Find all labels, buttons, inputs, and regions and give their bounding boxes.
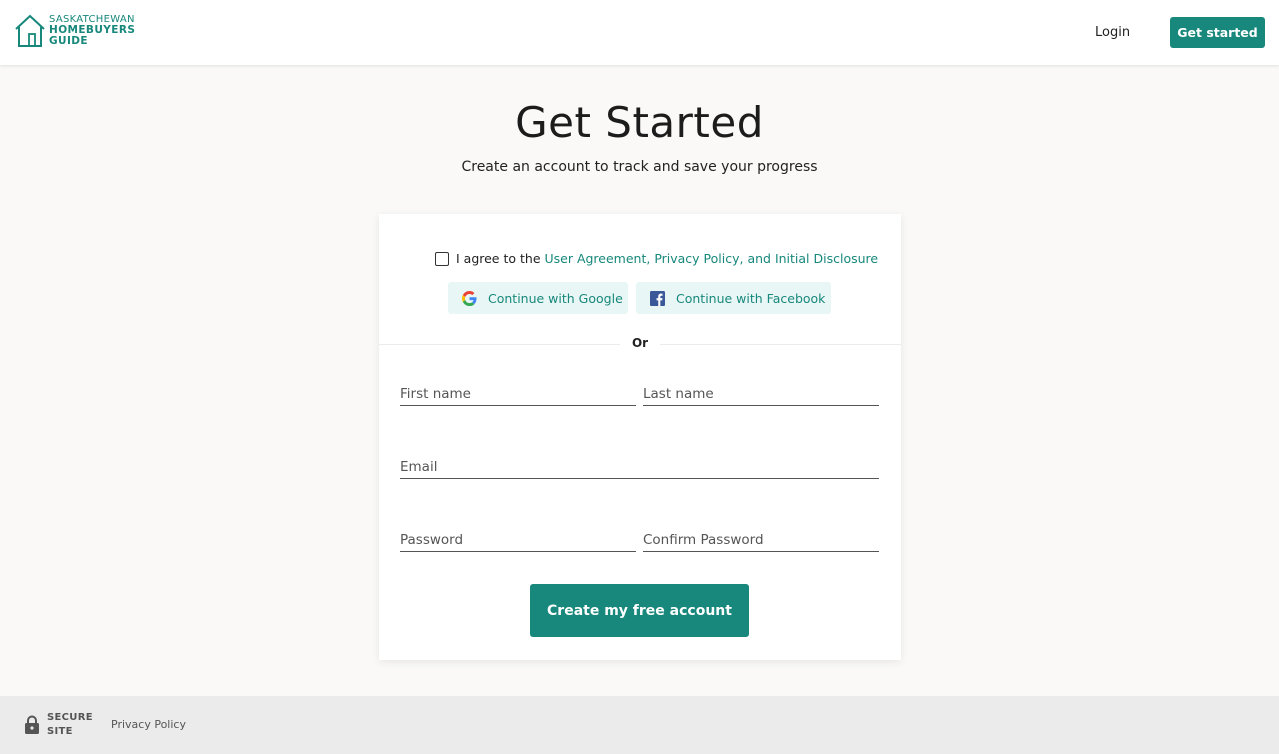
privacy-policy-link[interactable]: Privacy Policy [111, 718, 186, 731]
logo-line-3: GUIDE [49, 35, 88, 47]
login-link[interactable]: Login [1095, 25, 1130, 40]
first-name-input[interactable] [400, 382, 636, 405]
google-icon [462, 290, 477, 306]
secure-site-text: SECURE SITE [47, 711, 93, 739]
lock-icon [25, 715, 39, 734]
continue-with-facebook-button[interactable]: Continue with Facebook [636, 282, 831, 314]
secure-line-2: SITE [47, 726, 73, 737]
email-input[interactable] [400, 455, 879, 478]
first-name-field [400, 382, 636, 406]
agree-checkbox[interactable] [435, 251, 449, 266]
agree-text: I agree to the [456, 251, 545, 266]
email-field [400, 455, 879, 479]
site-header: SASKATCHEWAN HOMEBUYERS GUIDE Login Get … [0, 0, 1279, 65]
secure-line-1: SECURE [47, 712, 93, 723]
continue-with-google-button[interactable]: Continue with Google [448, 282, 628, 314]
confirm-password-input[interactable] [643, 528, 879, 551]
page-title: Get Started [515, 98, 764, 147]
house-icon [15, 14, 45, 47]
site-logo[interactable]: SASKATCHEWAN HOMEBUYERS GUIDE [14, 14, 135, 48]
confirm-password-field [643, 528, 879, 552]
create-account-button[interactable]: Create my free account [530, 584, 749, 637]
last-name-field [643, 382, 879, 406]
agreement-link[interactable]: User Agreement, Privacy Policy, and Init… [544, 251, 878, 266]
signup-card: I agree to the User Agreement, Privacy P… [379, 214, 901, 660]
page-subtitle: Create an account to track and save your… [461, 159, 818, 175]
secure-site-badge: SECURE SITE [24, 711, 93, 739]
google-button-label: Continue with Google [488, 290, 623, 306]
facebook-icon [650, 290, 665, 306]
logo-wordmark: SASKATCHEWAN HOMEBUYERS GUIDE [49, 14, 135, 47]
password-input[interactable] [400, 528, 636, 551]
site-footer: SECURE SITE Privacy Policy [0, 696, 1279, 754]
get-started-button[interactable]: Get started [1170, 17, 1265, 48]
facebook-button-label: Continue with Facebook [676, 290, 826, 306]
agree-row: I agree to the User Agreement, Privacy P… [435, 251, 878, 266]
or-separator: Or [620, 336, 660, 350]
password-field [400, 528, 636, 552]
last-name-input[interactable] [643, 382, 879, 405]
